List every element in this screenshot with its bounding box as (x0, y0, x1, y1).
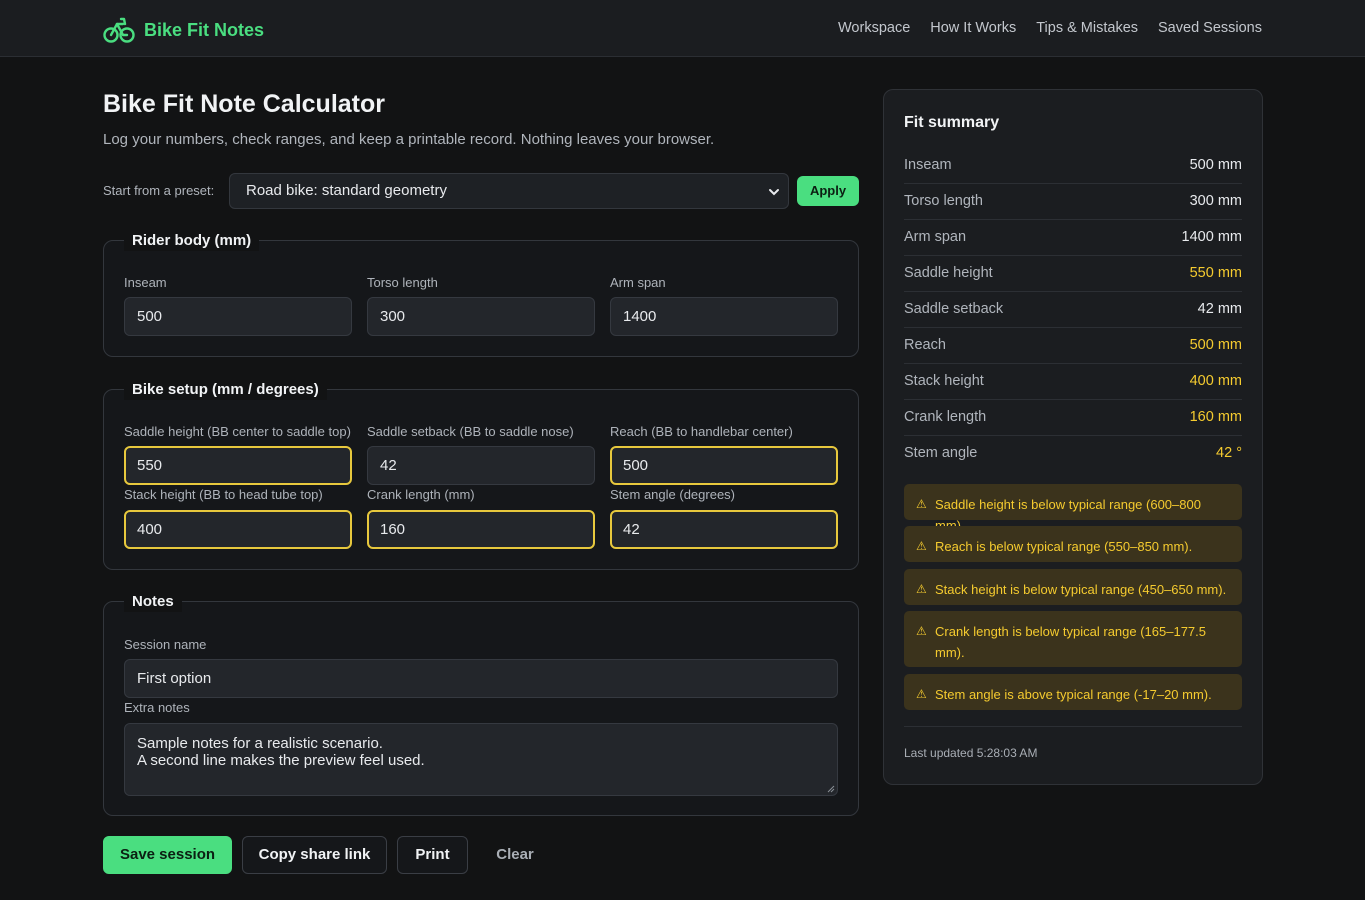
saddle-setback-label: Saddle setback (BB to saddle nose) (367, 424, 574, 439)
bicycle-icon (103, 16, 135, 44)
stem-angle-label: Stem angle (degrees) (610, 487, 736, 502)
nav-how-it-works[interactable]: How It Works (930, 18, 1016, 38)
summary-row-inseam: Inseam 500 mm (904, 148, 1242, 184)
preset-label: Start from a preset: (103, 183, 215, 198)
preset-select[interactable]: Road bike: standard geometry (229, 173, 789, 209)
save-session-button[interactable]: Save session (103, 836, 232, 874)
summary-value: 1400 mm (1181, 229, 1242, 245)
summary-row-arm-span: Arm span 1400 mm (904, 220, 1242, 256)
saddle-height-input[interactable]: 550 (124, 446, 352, 485)
summary-value: 300 mm (1189, 193, 1242, 209)
summary-label: Saddle height (904, 265, 993, 281)
summary-label: Torso length (904, 193, 983, 209)
alert-text: Crank length is below typical range (165… (935, 624, 1207, 660)
bike-setup-legend: Bike setup (mm / degrees) (124, 380, 327, 400)
alert-text: Reach is below typical range (550–850 mm… (935, 539, 1193, 554)
reach-input[interactable]: 500 (610, 446, 838, 485)
torso-label: Torso length (367, 275, 438, 290)
preset-selected-value: Road bike: standard geometry (246, 182, 447, 199)
summary-label: Stack height (904, 373, 984, 389)
main-nav: Workspace How It Works Tips & Mistakes S… (838, 18, 1262, 38)
extra-notes-line-1: Sample notes for a realistic scenario. (137, 735, 383, 752)
notes-legend: Notes (124, 592, 182, 612)
page-title: Bike Fit Note Calculator (103, 90, 385, 118)
stack-height-label: Stack height (BB to head tube top) (124, 487, 323, 502)
warning-icon: ⚠ (916, 624, 927, 638)
inseam-input[interactable]: 500 (124, 297, 352, 336)
alert-stem-angle: ⚠ Stem angle is above typical range (-17… (904, 674, 1242, 710)
alert-crank-length: ⚠ Crank length is below typical range (1… (904, 611, 1242, 667)
summary-row-crank-length: Crank length 160 mm (904, 400, 1242, 436)
summary-label: Stem angle (904, 445, 978, 461)
summary-label: Crank length (904, 409, 987, 425)
alert-saddle-height: ⚠ Saddle height is below typical range (… (904, 484, 1242, 533)
summary-divider (904, 726, 1242, 727)
torso-input[interactable]: 300 (367, 297, 595, 336)
nav-saved-sessions[interactable]: Saved Sessions (1158, 18, 1262, 38)
summary-row-torso: Torso length 300 mm (904, 184, 1242, 220)
saddle-setback-input[interactable]: 42 (367, 446, 595, 485)
copy-share-link-button[interactable]: Copy share link (242, 836, 387, 874)
summary-label: Inseam (904, 157, 952, 173)
page-subtitle: Log your numbers, check ranges, and keep… (103, 131, 715, 148)
crank-length-input[interactable]: 160 (367, 510, 595, 549)
alert-text: Stem angle is above typical range (-17–2… (935, 687, 1212, 702)
stack-height-input[interactable]: 400 (124, 510, 352, 549)
summary-row-stack-height: Stack height 400 mm (904, 364, 1242, 400)
warning-icon: ⚠ (916, 497, 927, 511)
chevron-down-icon (769, 189, 779, 196)
alert-text: Stack height is below typical range (450… (935, 582, 1227, 597)
top-navbar: Bike Fit Notes Workspace How It Works Ti… (0, 0, 1365, 57)
stem-angle-input[interactable]: 42 (610, 510, 838, 549)
arm-span-input[interactable]: 1400 (610, 297, 838, 336)
session-name-input[interactable]: First option (124, 659, 838, 698)
fit-summary-panel: Fit summary Inseam 500 mm Torso length 3… (883, 89, 1263, 785)
summary-value: 42 mm (1197, 301, 1242, 317)
summary-label: Reach (904, 337, 946, 353)
extra-notes-label: Extra notes (124, 700, 190, 715)
print-button[interactable]: Print (397, 836, 468, 874)
rider-body-group: Rider body (mm) Inseam 500 Torso length … (103, 231, 859, 357)
reach-label: Reach (BB to handlebar center) (610, 424, 793, 439)
summary-value: 160 mm (1189, 409, 1242, 425)
alert-reach: ⚠ Reach is below typical range (550–850 … (904, 526, 1242, 562)
apply-preset-button[interactable]: Apply (797, 176, 859, 206)
summary-row-stem-angle: Stem angle 42 ° (904, 436, 1242, 472)
summary-label: Saddle setback (904, 301, 1004, 317)
arm-span-label: Arm span (610, 275, 666, 290)
brand-link[interactable]: Bike Fit Notes (103, 16, 264, 44)
summary-label: Arm span (904, 229, 967, 245)
session-name-label: Session name (124, 637, 207, 652)
extra-notes-textarea[interactable]: Sample notes for a realistic scenario. A… (124, 723, 838, 796)
summary-row-reach: Reach 500 mm (904, 328, 1242, 364)
warning-icon: ⚠ (916, 582, 927, 596)
extra-notes-line-2: A second line makes the preview feel use… (137, 752, 425, 769)
summary-row-saddle-setback: Saddle setback 42 mm (904, 292, 1242, 328)
bike-setup-group: Bike setup (mm / degrees) Saddle height … (103, 380, 859, 570)
saddle-height-label: Saddle height (BB center to saddle top) (124, 424, 351, 439)
nav-workspace[interactable]: Workspace (838, 18, 910, 38)
summary-value: 550 mm (1189, 265, 1242, 281)
fit-summary-title: Fit summary (904, 114, 1000, 131)
nav-tips-mistakes[interactable]: Tips & Mistakes (1036, 18, 1138, 38)
summary-value: 500 mm (1189, 157, 1242, 173)
crank-length-label: Crank length (mm) (367, 487, 475, 502)
preset-row: Start from a preset: Road bike: standard… (103, 173, 859, 209)
summary-row-saddle-height: Saddle height 550 mm (904, 256, 1242, 292)
rider-body-legend: Rider body (mm) (124, 231, 260, 251)
inseam-label: Inseam (124, 275, 167, 290)
resize-handle-icon[interactable] (827, 785, 835, 793)
summary-value: 500 mm (1189, 337, 1242, 353)
warning-icon: ⚠ (916, 539, 927, 553)
notes-group: Notes Session name First option Extra no… (103, 592, 859, 816)
alert-stack-height: ⚠ Stack height is below typical range (4… (904, 569, 1242, 605)
summary-value: 42 ° (1216, 445, 1242, 461)
warning-icon: ⚠ (916, 687, 927, 701)
clear-button[interactable]: Clear (478, 836, 552, 874)
summary-value: 400 mm (1189, 373, 1242, 389)
brand-name: Bike Fit Notes (144, 20, 265, 40)
last-updated-text: Last updated 5:28:03 AM (904, 746, 1038, 760)
